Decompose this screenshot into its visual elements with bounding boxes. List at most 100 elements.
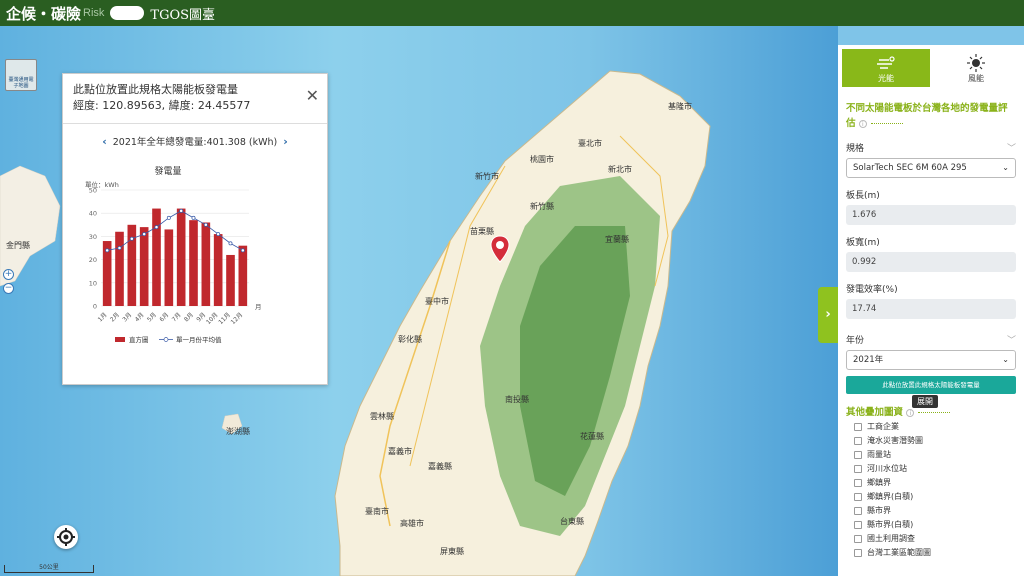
average-point <box>129 236 134 241</box>
layer-item[interactable]: 鄉鎮界(白積) <box>854 492 1024 502</box>
layer-item[interactable]: 縣市界(白積) <box>854 520 1024 530</box>
average-point <box>142 232 147 237</box>
map-label: 桃園市 <box>530 155 554 164</box>
map-label: 屏東縣 <box>440 547 464 556</box>
scale-bar: 50公里 <box>4 565 94 573</box>
map-label: 臺南市 <box>365 507 389 516</box>
average-point <box>228 241 233 246</box>
location-pin-icon[interactable] <box>490 235 510 263</box>
zoom-out-icon[interactable]: − <box>3 283 14 294</box>
info-icon[interactable]: i <box>858 119 867 128</box>
layer-checkbox[interactable] <box>854 451 862 459</box>
map-label: 嘉義縣 <box>428 462 452 471</box>
brand-sub: Risk <box>83 7 105 19</box>
map-label: 新竹市 <box>475 172 499 181</box>
layer-label: 台灣工業區範圍圖 <box>867 548 931 557</box>
layer-checkbox[interactable] <box>854 521 862 529</box>
chart-bar <box>238 245 248 306</box>
x-tick-label: 7月 <box>171 311 183 323</box>
dropdown-arrow-icon: ⌄ <box>1002 163 1009 172</box>
basemap-switch-button[interactable]: 臺灣通用電子地圖 <box>5 59 37 91</box>
brand-logo[interactable]: 企候‧碳險 <box>6 3 81 24</box>
popup-title: 此點位放置此規格太陽能板發電量 <box>73 83 238 96</box>
legend-swatch-bar <box>115 337 125 342</box>
chart-bar <box>189 220 198 306</box>
width-field: 0.992 <box>846 252 1016 272</box>
next-year-icon[interactable]: › <box>283 135 288 148</box>
layer-checkbox[interactable] <box>854 437 862 445</box>
layer-item[interactable]: 雨量站 <box>854 450 1024 460</box>
prev-year-icon[interactable]: ‹ <box>102 135 107 148</box>
tab-wind[interactable]: 風能 <box>932 49 1020 87</box>
map-label: 台東縣 <box>560 517 584 526</box>
layer-checkbox[interactable] <box>854 423 862 431</box>
dropdown-arrow-icon: ⌄ <box>1002 355 1009 364</box>
legend-swatch-point <box>163 337 169 342</box>
crosshair-icon <box>57 528 75 546</box>
x-axis-label: 月 <box>255 303 262 311</box>
chevron-down-icon: ﹀ <box>1006 144 1016 154</box>
length-label: 板長(m) <box>846 191 880 201</box>
locate-me-button[interactable] <box>54 525 78 549</box>
average-point <box>105 248 110 253</box>
legend-label: 單一月份平均值 <box>176 335 222 344</box>
map-label: 彰化縣 <box>398 335 422 344</box>
y-tick-label: 0 <box>93 303 97 311</box>
chart-bar <box>213 234 223 306</box>
chart-bar <box>201 222 211 306</box>
spec-label: 規格 ﹀ <box>846 141 1016 154</box>
layer-checkbox[interactable] <box>854 507 862 515</box>
map-label: 雲林縣 <box>370 412 394 421</box>
layer-item[interactable]: 淹水災害潛勢圖 <box>854 436 1024 446</box>
layer-label: 河川水位站 <box>867 464 907 473</box>
map-label: 宜蘭縣 <box>605 235 629 244</box>
efficiency-label: 發電效率(%) <box>846 285 898 295</box>
width-label: 板寬(m) <box>846 238 880 248</box>
year-select[interactable]: 2021年 ⌄ <box>846 350 1016 370</box>
close-icon[interactable]: ✕ <box>306 88 319 104</box>
layer-checkbox[interactable] <box>854 535 862 543</box>
layer-checkbox[interactable] <box>854 465 862 473</box>
map-label: 臺北市 <box>578 139 602 148</box>
layer-checkbox[interactable] <box>854 479 862 487</box>
average-point <box>203 222 208 227</box>
spec-select[interactable]: SolarTech SEC 6M 60A 295 ⌄ <box>846 158 1016 178</box>
right-panel: 光能 風能 不同太陽能電板於台灣各地的發電量評估 i 規格 ﹀ SolarTech… <box>838 45 1024 576</box>
energy-chart: 發電量單位：kWh010203040501月 2月 3月 4月 5月 6月 7月 8月 9月10… <box>85 165 262 344</box>
layer-item[interactable]: 國土利用調查 <box>854 534 1024 544</box>
panel-toggle-button[interactable]: › <box>818 287 838 343</box>
x-tick-label: 3月 <box>121 311 133 323</box>
chart-bar <box>176 208 186 306</box>
zoom-in-icon[interactable]: + <box>3 269 14 280</box>
layer-item[interactable]: 台灣工業區範圍圖 <box>854 548 1024 558</box>
chart-title: 發電量 <box>154 165 181 177</box>
tab-solar[interactable]: 光能 <box>842 49 930 87</box>
chevron-down-icon: ﹀ <box>1006 336 1016 346</box>
length-field: 1.676 <box>846 205 1016 225</box>
layer-label: 淹水災害潛勢圖 <box>867 436 923 445</box>
layer-item[interactable]: 縣市界 <box>854 506 1024 516</box>
y-tick-label: 10 <box>89 279 97 287</box>
x-tick-label: 12月 <box>230 311 245 326</box>
layer-checkbox[interactable] <box>854 549 862 557</box>
chart-bar <box>152 208 161 306</box>
legend-label: 直方圖 <box>129 335 149 344</box>
layers-list: 工商企業淹水災害潛勢圖雨量站河川水位站鄉鎮界鄉鎮界(白積) 縣市界縣市界(白積) 國… <box>838 422 1024 558</box>
info-icon[interactable]: i <box>906 408 915 417</box>
layer-item[interactable]: 工商企業 <box>854 422 1024 432</box>
layer-label: 鄉鎮界(白積) <box>867 492 914 501</box>
tooltip: 展開 <box>912 395 938 408</box>
layer-checkbox[interactable] <box>854 493 862 501</box>
map-label: 新北市 <box>608 165 632 174</box>
map-label: 新竹縣 <box>530 202 554 211</box>
layer-item[interactable]: 河川水位站 <box>854 464 1024 474</box>
efficiency-field: 17.74 <box>846 299 1016 319</box>
map-label: 臺中市 <box>425 297 449 306</box>
calculate-button[interactable]: 此點位放置此規格太陽能板發電量 <box>846 376 1016 394</box>
map-label: 金門縣 <box>6 241 30 250</box>
year-total-text: 2021年全年總發電量:401.308 (kWh) <box>112 137 278 148</box>
average-point <box>117 246 122 250</box>
wind-sun-icon <box>877 56 895 69</box>
layer-item[interactable]: 鄉鎮界 <box>854 478 1024 488</box>
layer-label: 縣市界(白積) <box>867 520 914 529</box>
